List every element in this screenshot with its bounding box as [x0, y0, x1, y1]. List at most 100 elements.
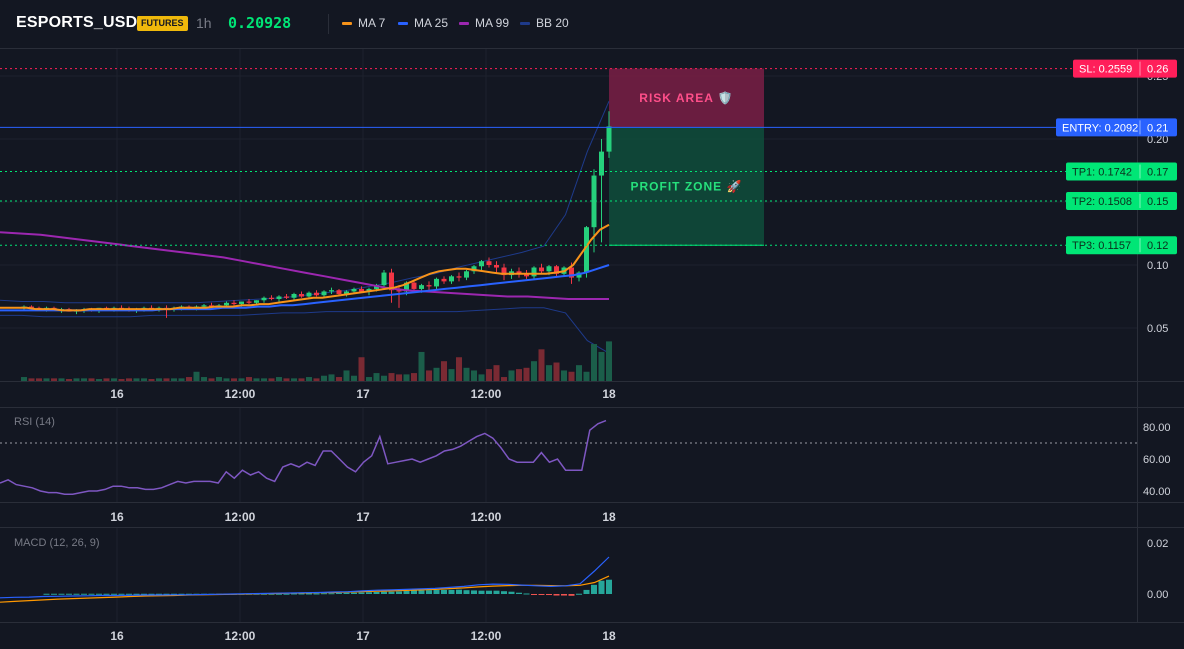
macd-histogram-bar — [426, 590, 432, 594]
macd-line — [0, 556, 610, 599]
macd-histogram-bar — [418, 590, 425, 594]
rsi-pane[interactable]: 80.00 60.00 40.00 — [0, 419, 1171, 498]
sl-axis-value: 0.26 — [1147, 64, 1168, 76]
sl-tag[interactable]: SL: 0.2559 0.26 — [1073, 59, 1177, 78]
macd-pane[interactable]: 0.02 0.00 — [0, 538, 1168, 603]
candle-body — [479, 261, 484, 267]
volume-bar — [426, 370, 432, 381]
candle-body — [299, 293, 304, 297]
tp1-tag[interactable]: TP1: 0.1742 0.17 — [1066, 162, 1177, 181]
volume-bar — [246, 377, 252, 381]
volume-bar — [456, 357, 462, 381]
volume-bar — [366, 377, 372, 381]
volume-bar — [163, 378, 170, 381]
volume-bar — [576, 365, 582, 381]
tp2-axis-value: 0.15 — [1147, 196, 1168, 208]
macd-tick-label: 0.02 — [1147, 538, 1168, 550]
volume-bar — [343, 370, 350, 381]
volume-bar — [396, 374, 402, 381]
volume-bar — [283, 378, 290, 381]
macd-histogram-bar — [598, 580, 605, 594]
macd-histogram-bar — [73, 593, 80, 595]
volume-bar — [81, 378, 87, 381]
macd-histogram-bar — [381, 591, 387, 594]
price-tick-label: 0.05 — [1147, 323, 1168, 335]
tp3-tag-label: TP3: 0.1157 — [1072, 240, 1131, 252]
volume-bar — [238, 378, 245, 381]
volume-bar — [231, 378, 237, 381]
candle-body — [261, 297, 267, 301]
candle-body — [486, 261, 492, 265]
volume-bar — [411, 373, 417, 381]
volume-bar — [418, 351, 425, 381]
time-tick-label: 16 — [110, 629, 124, 643]
price-tick-label: 0.10 — [1147, 260, 1168, 272]
macd-histogram-bar — [351, 592, 357, 594]
candle-body — [531, 267, 537, 277]
macd-histogram-bar — [343, 592, 350, 594]
candlesticks — [21, 111, 612, 318]
time-tick-label: 18 — [602, 629, 616, 643]
macd-histogram-bar — [433, 589, 440, 594]
candle-body — [426, 285, 432, 287]
macd-histogram-bar — [486, 590, 492, 594]
macd-histogram-bar — [553, 594, 560, 596]
macd-tick-label: 0.00 — [1147, 589, 1168, 601]
candle-body — [306, 292, 312, 297]
macd-histogram-bar — [576, 593, 582, 595]
moving-averages — [0, 223, 610, 312]
candle-body — [539, 267, 544, 272]
macd-histogram-bar — [111, 593, 117, 595]
candle-body — [284, 296, 289, 298]
volume-bar — [28, 378, 35, 381]
time-tick-label: 16 — [110, 510, 124, 524]
macd-histogram-bar — [493, 590, 500, 594]
time-tick-label: 12:00 — [225, 510, 256, 524]
macd-histogram-bar — [501, 591, 507, 594]
tp3-tag[interactable]: TP3: 0.1157 0.12 — [1066, 236, 1177, 255]
tp2-tag[interactable]: TP2: 0.1508 0.15 — [1066, 191, 1177, 210]
macd-histogram-bar — [448, 589, 455, 594]
volume-bar — [471, 370, 477, 381]
trading-chart[interactable]: RISK AREA 🛡️ PROFIT ZONE 🚀 0.250.200.150… — [0, 0, 1184, 649]
candle-body — [494, 265, 499, 268]
candle-body — [441, 278, 447, 282]
volume-bar — [261, 378, 267, 381]
macd-histogram-bar — [471, 590, 477, 594]
candle-body — [276, 296, 282, 300]
macd-histogram-bar — [516, 592, 522, 594]
candle-body — [419, 285, 424, 289]
candle-body — [254, 300, 259, 303]
macd-histogram-bar — [403, 590, 410, 594]
volume-bar — [381, 375, 387, 381]
volume-bar — [111, 378, 117, 381]
time-tick-label: 12:00 — [471, 387, 502, 401]
volume-bar — [268, 378, 275, 381]
volume-bar — [388, 373, 395, 381]
volume-bar — [21, 377, 27, 381]
macd-histogram-bar — [456, 589, 462, 594]
macd-histogram-bar — [591, 584, 597, 594]
volume-bar — [508, 370, 515, 381]
entry-tag[interactable]: ENTRY: 0.2092 0.21 — [1056, 118, 1177, 137]
volume-bar — [606, 341, 612, 381]
candle-body — [239, 301, 244, 305]
candle-body — [224, 302, 229, 306]
sl-tag-label: SL: 0.2559 — [1079, 64, 1132, 76]
volume-bar — [591, 344, 597, 381]
volume-bar — [118, 379, 125, 381]
volume-bar — [133, 378, 140, 381]
rsi-line — [0, 419, 607, 495]
rsi-pane-title: RSI (14) — [14, 416, 55, 428]
volume-bar — [433, 367, 440, 381]
macd-histogram-bar — [538, 594, 545, 595]
entry-axis-value: 0.21 — [1147, 122, 1168, 134]
volume-bar — [583, 371, 590, 381]
time-tick-label: 12:00 — [471, 510, 502, 524]
rsi-tick-label: 80.00 — [1143, 422, 1171, 434]
time-tick-label: 16 — [110, 387, 124, 401]
volume-bar — [291, 378, 297, 381]
volume-bar — [516, 369, 522, 381]
candle-body — [291, 293, 297, 298]
volume-bar — [208, 378, 215, 381]
